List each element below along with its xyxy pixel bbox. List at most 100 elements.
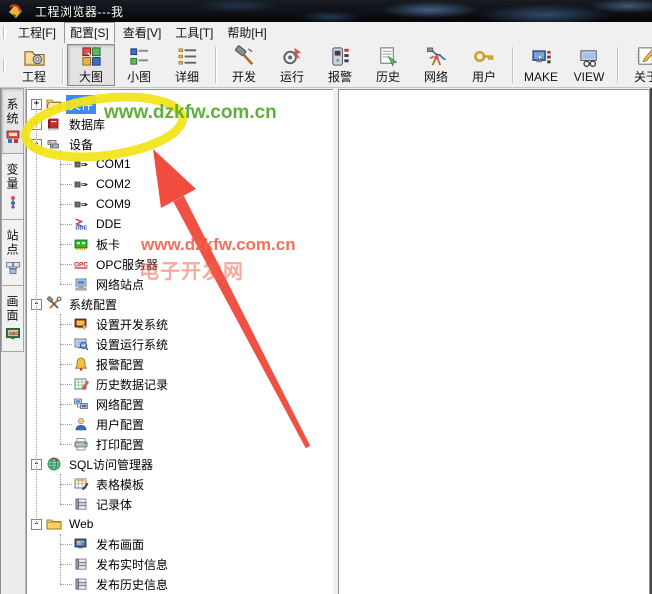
toolbar-button-small-icons[interactable]: 小图: [115, 44, 163, 86]
net-config-icon: [73, 396, 89, 412]
tree-item-row-14[interactable]: 历史数据记录: [27, 374, 334, 394]
tree-item-row-24[interactable]: 发布历史信息: [27, 574, 334, 594]
tree-item-label[interactable]: OPC服务器: [93, 255, 161, 274]
toolbar-button-user-key[interactable]: 用户: [460, 44, 508, 86]
sidebar-tab-variables[interactable]: 变量: [1, 154, 24, 220]
com-port-icon: [73, 196, 89, 212]
large-icons-icon: [80, 45, 103, 68]
tree-item-label[interactable]: 发布历史信息: [93, 575, 171, 594]
menu-item-1[interactable]: 工程[F]: [12, 22, 62, 44]
develop-hammer-icon: [233, 45, 256, 68]
tree-item-row-7[interactable]: 板卡: [27, 234, 334, 254]
tree-item-label[interactable]: 设备: [66, 135, 96, 154]
tree-item-label[interactable]: 打印配置: [93, 435, 147, 454]
toolbar-button-details-list[interactable]: 详细: [163, 44, 211, 86]
alarm-pager-icon: [329, 45, 352, 68]
run-gear-icon: [281, 45, 304, 68]
tree-item-row-2[interactable]: -设备: [27, 134, 334, 154]
project-tree-panel: +文件+数据库-设备COM1COM2COM9DDEDDE板卡OPCOPC服务器网…: [26, 89, 335, 594]
tree-item-label[interactable]: Web: [66, 516, 96, 532]
pc-board-icon: [73, 236, 89, 252]
tree-item-label[interactable]: 历史数据记录: [93, 375, 171, 394]
menu-item-3[interactable]: 查看[V]: [117, 22, 168, 44]
record-body-icon: [73, 556, 89, 572]
tree-item-row-19[interactable]: 表格模板: [27, 474, 334, 494]
about-note-icon: [635, 45, 652, 68]
record-body-icon: [73, 496, 89, 512]
tree-item-label[interactable]: DDE: [93, 216, 124, 232]
tree-item-row-23[interactable]: 发布实时信息: [27, 554, 334, 574]
tree-item-label[interactable]: 设置运行系统: [93, 335, 171, 354]
tree-item-label[interactable]: COM1: [93, 156, 134, 172]
folder-open-icon: [46, 96, 62, 112]
tree-item-label[interactable]: 发布画面: [93, 535, 147, 554]
toolbar-button-history-doc[interactable]: 历史: [364, 44, 412, 86]
menu-item-2[interactable]: 配置[S]: [64, 22, 115, 44]
toolbar-button-about-note[interactable]: 关于: [622, 44, 652, 86]
tree-item-row-18[interactable]: -SQL访问管理器: [27, 454, 334, 474]
printer-icon: [73, 436, 89, 452]
tree-item-label[interactable]: 数据库: [66, 115, 108, 134]
sidebar-tab-stations[interactable]: 站点: [1, 220, 24, 286]
tree-item-row-22[interactable]: 发布画面: [27, 534, 334, 554]
com-port-icon: [73, 176, 89, 192]
toolbar-button-view-screen[interactable]: VIEW: [565, 44, 613, 86]
toolbar-gripper[interactable]: [3, 59, 6, 72]
tree-item-dde[interactable]: DDEDDE: [27, 214, 334, 234]
tree-item-row-12[interactable]: 设置运行系统: [27, 334, 334, 354]
sidebar-tab-label: 系统: [4, 98, 21, 126]
make-screen-icon: [530, 47, 553, 70]
tree-item-row-13[interactable]: 报警配置: [27, 354, 334, 374]
tree-item-label[interactable]: 网络站点: [93, 275, 147, 294]
tree-item-label[interactable]: 板卡: [93, 235, 123, 254]
variables-icon: [5, 194, 21, 210]
tree-item-row-15[interactable]: 网络配置: [27, 394, 334, 414]
menu-item-4[interactable]: 工具[T]: [169, 22, 219, 44]
toolbar-button-alarm-pager[interactable]: 报警: [316, 44, 364, 86]
toolbar-button-run-gear[interactable]: 运行: [268, 44, 316, 86]
tree-item-label[interactable]: COM2: [93, 176, 134, 192]
tree-item-label[interactable]: 用户配置: [93, 415, 147, 434]
tree-item-label[interactable]: 网络配置: [93, 395, 147, 414]
tree-item-label[interactable]: 报警配置: [93, 355, 147, 374]
toolbar-button-network-plug[interactable]: 网络: [412, 44, 460, 86]
toolbar-button-develop-hammer[interactable]: 开发: [220, 44, 268, 86]
tree-item-row-10[interactable]: -系统配置: [27, 294, 334, 314]
tree-item-row-8[interactable]: OPCOPC服务器: [27, 254, 334, 274]
menu-item-5[interactable]: 帮助[H]: [221, 22, 272, 44]
tree-item-label[interactable]: COM9: [93, 196, 134, 212]
toolbar-button-make-screen[interactable]: MAKE: [517, 44, 565, 86]
tree-item-com9[interactable]: COM9: [27, 194, 334, 214]
com-port-icon: [73, 156, 89, 172]
toolbar: 工程 大图小图详细开发运行报警历史网络用户MAKEVIEW关于: [0, 43, 652, 88]
record-body-icon: [73, 576, 89, 592]
tree-item-label[interactable]: 发布实时信息: [93, 555, 171, 574]
tree-item-row-0[interactable]: +文件: [27, 94, 334, 114]
tree-item-row-11[interactable]: 设置开发系统: [27, 314, 334, 334]
publish-screen-icon: [73, 536, 89, 552]
tree-item-row-9[interactable]: 网络站点: [27, 274, 334, 294]
tree-item-row-17[interactable]: 打印配置: [27, 434, 334, 454]
tree-item-label[interactable]: SQL访问管理器: [66, 455, 156, 474]
toolbar-button-project-folder[interactable]: 工程: [10, 44, 58, 86]
view-screen-icon: [578, 47, 601, 70]
user-key-icon: [473, 45, 496, 68]
tree-item-label[interactable]: 表格模板: [93, 475, 147, 494]
tree-item-label[interactable]: 文件: [66, 95, 96, 114]
tree-item-label[interactable]: 记录体: [93, 495, 135, 514]
tree-item-row-1[interactable]: +数据库: [27, 114, 334, 134]
tree-item-label[interactable]: 设置开发系统: [93, 315, 171, 334]
tree-item-com1[interactable]: COM1: [27, 154, 334, 174]
tree-item-row-20[interactable]: 记录体: [27, 494, 334, 514]
tree-item-label[interactable]: 系统配置: [66, 295, 120, 314]
title-bar[interactable]: 工程浏览器---我: [0, 0, 652, 22]
sql-globe-icon: [46, 456, 62, 472]
toolbar-button-large-icons[interactable]: 大图: [67, 44, 115, 86]
sidebar-tab-system[interactable]: 系统: [1, 88, 24, 154]
sidebar-tab-screens[interactable]: 画面ABC: [1, 286, 24, 352]
toolbar-button-label: 工程: [22, 68, 46, 85]
tree-item-com2[interactable]: COM2: [27, 174, 334, 194]
tree-item-row-16[interactable]: 用户配置: [27, 414, 334, 434]
menubar-gripper[interactable]: [3, 26, 6, 39]
tree-item-web[interactable]: -Web: [27, 514, 334, 534]
